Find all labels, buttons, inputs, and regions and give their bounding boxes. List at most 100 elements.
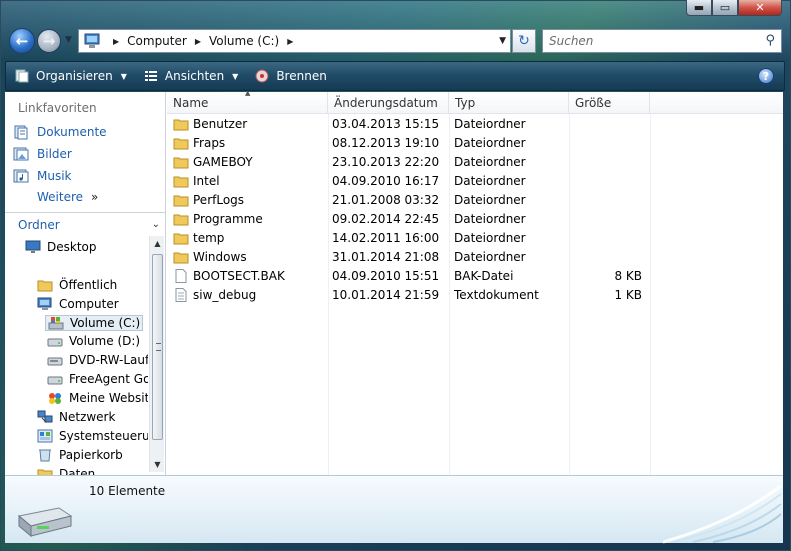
file-type: Dateiordner (454, 136, 526, 150)
tree-item-volume-d[interactable]: Volume (D:) (47, 334, 140, 348)
tree-item-label: Systemsteuerung (59, 429, 148, 443)
tree-item-freeagent[interactable]: FreeAgent GoF (47, 372, 148, 386)
favorite-music[interactable]: Musik (13, 168, 72, 184)
breadcrumb-separator-icon[interactable]: ▶ (195, 37, 201, 46)
favorite-pictures[interactable]: Bilder (13, 146, 72, 162)
column-label: Typ (455, 95, 476, 110)
file-date: 14.02.2011 16:00 (332, 231, 440, 245)
file-date: 10.01.2014 21:59 (332, 288, 440, 302)
file-row[interactable]: Benutzer 03.04.2013 15:15 Dateiordner (167, 115, 650, 134)
column-header-date[interactable]: Änderungsdatum (328, 92, 449, 114)
scrollbar-thumb[interactable] (152, 254, 163, 440)
column-header-size[interactable]: Größe (569, 92, 650, 114)
tree-item-data[interactable]: Daten (37, 467, 95, 475)
tree-item-control-panel[interactable]: Systemsteuerung (37, 429, 148, 443)
file-row[interactable]: GAMEBOY 23.10.2013 22:20 Dateiordner (167, 153, 650, 172)
tree-item-computer[interactable]: Computer (37, 297, 119, 311)
tree-item-recycle-bin[interactable]: Papierkorb (37, 448, 123, 462)
file-name: BOOTSECT.BAK (193, 269, 285, 283)
file-row[interactable]: PerfLogs 21.01.2008 03:32 Dateiordner (167, 191, 650, 210)
tree-item-label: Volume (D:) (69, 334, 141, 348)
tree-item-volume-c[interactable]: Volume (C:) (45, 315, 144, 331)
folder-tree-scrollbar[interactable]: ▲ ▼ (149, 236, 164, 472)
tree-item-label: Volume (C:) (70, 316, 141, 330)
favorite-documents[interactable]: Dokumente (13, 124, 107, 140)
file-date: 31.01.2014 21:08 (332, 250, 440, 264)
computer-icon (37, 297, 53, 311)
refresh-button[interactable]: ↻ (512, 29, 536, 53)
msn-icon (47, 391, 63, 405)
chevron-down-icon: ▼ (232, 71, 239, 81)
sort-ascending-icon: ▲ (245, 89, 251, 97)
file-row[interactable]: Intel 04.09.2010 16:17 Dateiordner (167, 172, 650, 191)
double-chevron-icon: » (91, 190, 99, 204)
folder-icon (173, 193, 189, 210)
file-row[interactable]: Programme 09.02.2014 22:45 Dateiordner (167, 210, 650, 229)
file-row[interactable]: siw_debug 10.01.2014 21:59 Textdokument … (167, 286, 650, 305)
file-row[interactable]: temp 14.02.2011 16:00 Dateiordner (167, 229, 650, 248)
file-row[interactable]: BOOTSECT.BAK 04.09.2010 15:51 BAK-Datei … (167, 267, 650, 286)
favorite-more-link[interactable]: Weitere » (37, 190, 98, 204)
tree-item-public[interactable]: Öffentlich (37, 278, 117, 292)
breadcrumb-separator-icon[interactable]: ▶ (113, 37, 119, 46)
column-label: Größe (575, 95, 612, 110)
organize-icon (14, 68, 30, 84)
file-row[interactable]: Fraps 08.12.2013 19:10 Dateiordner (167, 134, 650, 153)
file-name: PerfLogs (193, 193, 245, 207)
favorite-label: Dokumente (37, 125, 107, 139)
tree-item-label: Öffentlich (59, 278, 118, 292)
views-button[interactable]: Ansichten ▼ (135, 62, 246, 90)
forward-arrow-icon: → (42, 32, 56, 50)
tree-item-dvd-drive[interactable]: DVD-RW-Laufw (47, 353, 148, 367)
file-name: Windows (193, 250, 247, 264)
pictures-icon (13, 146, 29, 162)
column-header-empty (650, 92, 783, 114)
refresh-icon: ↻ (518, 33, 530, 49)
column-label: Änderungsdatum (334, 95, 438, 110)
scroll-up-icon[interactable]: ▲ (150, 236, 165, 251)
file-type: BAK-Datei (454, 269, 514, 283)
folders-header[interactable]: Ordner ⌄ (5, 212, 166, 236)
tree-item-desktop[interactable]: Desktop (25, 240, 97, 254)
close-button[interactable]: ✕ (738, 0, 782, 16)
search-placeholder: Suchen (549, 34, 594, 48)
burn-button[interactable]: Brennen (246, 62, 334, 90)
file-type: Dateiordner (454, 250, 526, 264)
drive-icon (47, 334, 63, 348)
help-button[interactable]: ? (758, 68, 774, 84)
file-row[interactable]: Windows 31.01.2014 21:08 Dateiordner (167, 248, 650, 267)
burn-disc-icon (254, 68, 270, 84)
forward-button[interactable]: → (37, 29, 61, 53)
folder-icon (173, 136, 189, 153)
minimize-button[interactable]: ▬ (686, 0, 712, 16)
control-panel-icon (37, 429, 53, 443)
breadcrumb-separator-icon[interactable]: ▶ (287, 37, 293, 46)
folder-icon (37, 467, 53, 475)
search-icon[interactable]: ⚲ (765, 33, 775, 48)
maximize-button[interactable]: ▭ (712, 0, 738, 16)
tree-item-my-website[interactable]: Meine Website (47, 391, 148, 405)
folder-icon (37, 278, 53, 292)
search-input[interactable]: Suchen ⚲ (542, 29, 782, 53)
recent-pages-dropdown[interactable]: ▼ (65, 35, 72, 45)
file-name: Fraps (193, 136, 226, 150)
scroll-down-icon[interactable]: ▼ (150, 457, 165, 472)
breadcrumb-computer[interactable]: Computer (127, 34, 187, 48)
folder-icon (173, 174, 189, 191)
tree-item-label: Netzwerk (59, 410, 116, 424)
breadcrumb-volume-c[interactable]: Volume (C:) (209, 34, 279, 48)
folder-icon (173, 212, 189, 229)
file-date: 04.09.2010 15:51 (332, 269, 440, 283)
file-type: Dateiordner (454, 117, 526, 131)
tree-item-network[interactable]: Netzwerk (37, 410, 115, 424)
address-bar[interactable]: ▶ Computer ▶ Volume (C:) ▶ ▼ (78, 29, 511, 53)
windows-drive-icon (48, 316, 64, 330)
tree-item-label: Computer (59, 297, 119, 311)
folder-tree: Desktop Öffentlich Computer Volume (C:) … (5, 236, 148, 475)
back-button[interactable]: ← (9, 28, 35, 54)
organize-button[interactable]: Organisieren ▼ (6, 62, 135, 90)
column-header-type[interactable]: Typ (449, 92, 569, 114)
file-date: 03.04.2013 15:15 (332, 117, 440, 131)
column-header-name[interactable]: Name ▲ (167, 89, 328, 114)
address-dropdown-icon[interactable]: ▼ (499, 36, 506, 46)
